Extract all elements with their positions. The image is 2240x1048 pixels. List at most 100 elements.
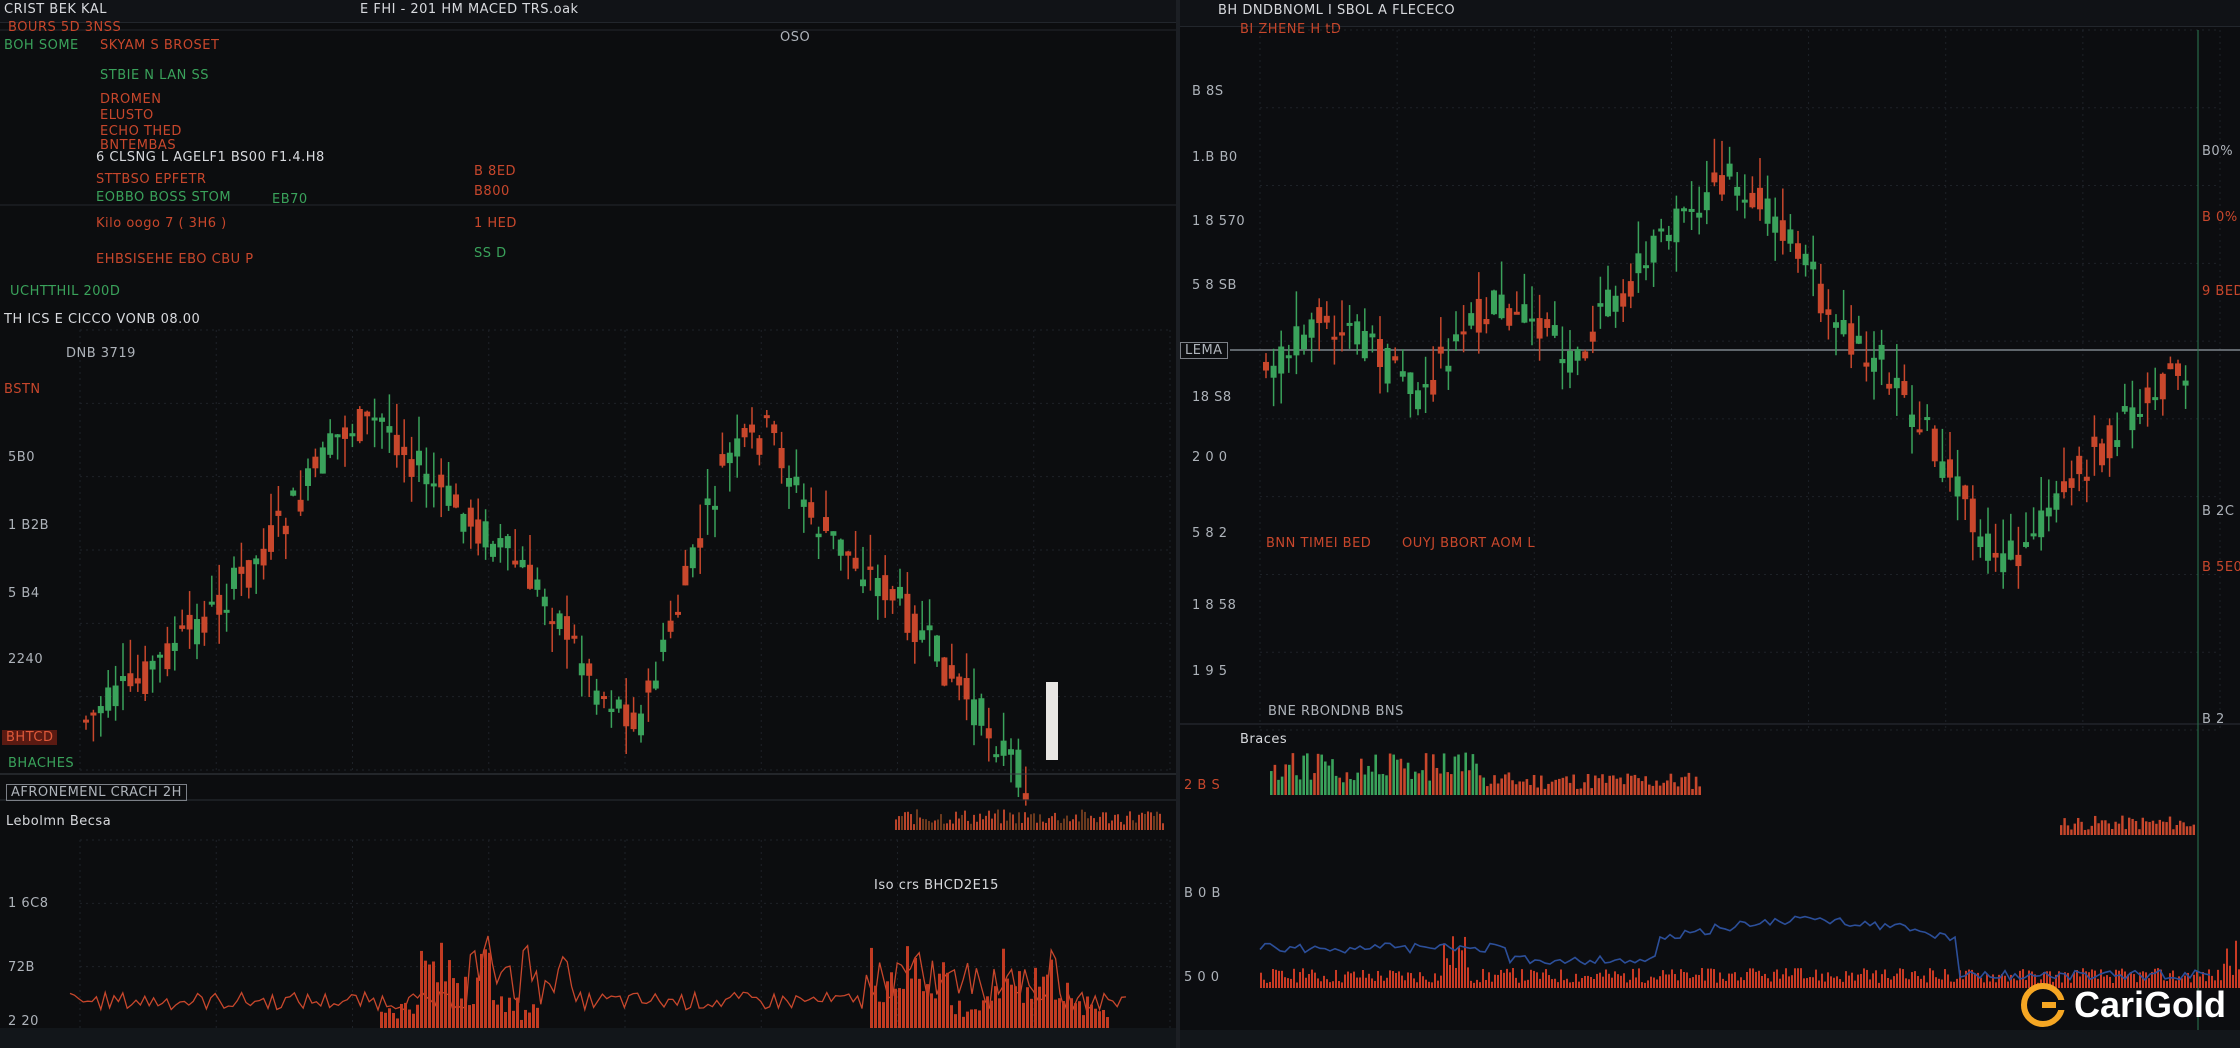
volume-bar [1406,762,1410,795]
volume-bar [2179,820,2182,835]
candle-body [179,625,186,629]
bottom-axis-bar [0,1028,1176,1048]
volume-bar [1518,982,1520,988]
volume-bar [1494,974,1496,988]
candle-body [1901,381,1908,396]
volume-bar [1755,971,1757,988]
volume-bar [1439,773,1442,795]
volume-bar [919,817,921,830]
volume-bar [1296,982,1298,988]
candle-body [1377,339,1383,368]
volume-bar [997,809,999,830]
volume-bar [1644,776,1647,795]
volume-bar [1084,811,1086,830]
volume-bar [1443,943,1445,988]
candle-body [1323,315,1330,323]
candle-body [1969,498,1976,533]
volume-bar [1597,778,1601,795]
candle-body [1817,283,1824,314]
volume-bar [1581,978,1583,988]
candle-body [2121,406,2128,412]
volume-bar [2182,822,2185,835]
volume-bar [1367,765,1370,795]
candle-body [1620,293,1627,307]
info-line: STBIE N LAN SS [100,68,209,83]
volume-bar [1018,812,1020,830]
volume-bar [1836,976,1838,988]
volume-bar [1353,971,1355,988]
volume-bar [1033,813,1035,830]
volume-bar [1905,978,1907,988]
candle-body [1855,335,1862,344]
volume-bar [440,942,443,1028]
candle-body [1764,198,1771,224]
volume-bar [1486,786,1489,795]
volume-bar [1716,982,1718,988]
volume-bar [895,819,897,830]
volume-bar [500,996,503,1028]
volume-bar [1446,958,1448,988]
volume-bar [1082,1015,1085,1028]
volume-bar [412,1013,415,1028]
candle-body [1498,294,1505,319]
volume-bar [1349,779,1352,795]
candle-body [527,564,533,589]
candle-body [689,547,696,569]
candle-body [948,665,955,679]
volume-bar [954,1014,957,1028]
volume-bar [982,819,984,830]
volume-bar [1327,765,1331,795]
volume-bar [1014,986,1017,1028]
tab-label[interactable]: TH ICS E CICCO VONB 08.00 [4,312,200,327]
volume-bar [1608,775,1611,795]
volume-bar [1500,969,1502,988]
volume-bar [1293,968,1295,988]
candle-body [2007,540,2014,560]
volume-bar [1601,774,1604,795]
volume-bar [1090,1004,1093,1028]
volume-bar [1042,976,1045,1028]
volume-bar [870,947,873,1028]
volume-bar [1818,980,1820,988]
candle-body [1703,192,1710,211]
volume-bar [1687,772,1691,795]
candle-body [438,474,445,488]
candle-body [2099,443,2105,466]
volume-bar [1461,950,1463,988]
volume-bar [1722,978,1724,988]
volume-bar [1491,981,1493,988]
volume-bar [1338,777,1341,795]
volume-bar [1740,977,1742,988]
volume-bar [2104,820,2107,835]
volume-bar [1632,968,1634,988]
volume-bar [1572,774,1575,795]
stat-label: STTBSO EPFETR [96,172,207,187]
volume-bar [2073,823,2076,835]
volume-bar [1094,1008,1097,1028]
volume-bar [1938,978,1940,988]
right-candlestick-chart[interactable] [1180,0,2240,1048]
candle-body [416,450,422,466]
volume-bar [1114,814,1116,830]
volume-bar [1015,823,1017,830]
volume-bar [532,1004,535,1028]
candle-body [1916,429,1923,433]
candle-body [142,661,149,694]
volume-bar [2063,818,2066,835]
volume-bar [1260,972,1262,988]
volume-bar [1075,814,1077,830]
y-tick: 2240 [8,652,44,667]
volume-bar [1270,771,1273,795]
volume-bar [913,824,915,830]
volume-bar [2141,817,2144,835]
volume-bar [1563,980,1565,988]
volume-bar [1070,998,1073,1028]
volume-bar [894,988,897,1028]
candle-body [601,696,607,700]
volume-bar [1545,969,1547,988]
volume-bar [1989,981,1991,988]
candle-body [1346,322,1353,326]
volume-bar [878,1001,881,1028]
candle-body [2152,397,2159,401]
volume-bar [1638,968,1640,988]
